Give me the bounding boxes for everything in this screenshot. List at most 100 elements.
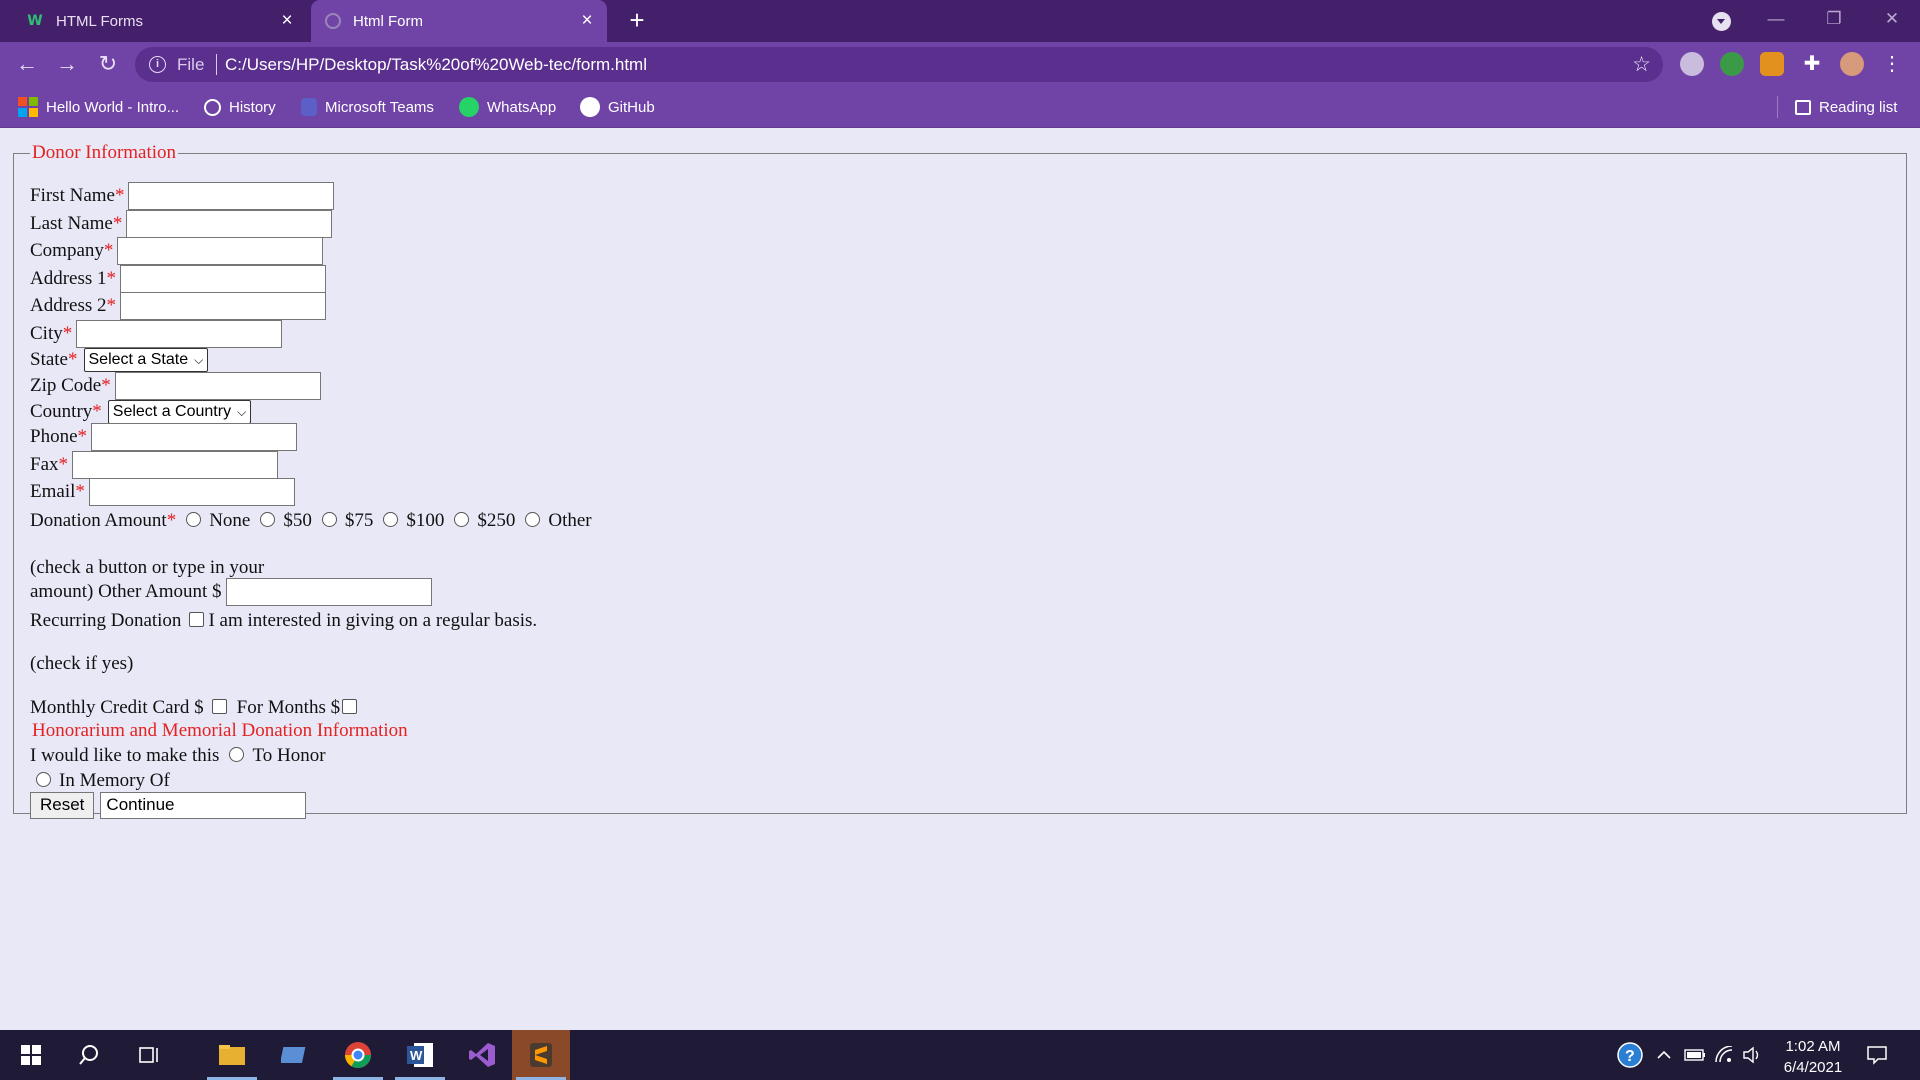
tab-search-icon[interactable] [1712,12,1731,31]
donation-other-radio[interactable] [525,511,541,527]
tab-title: HTML Forms [56,12,143,30]
forward-icon[interactable]: → [51,48,83,80]
task-view-icon[interactable] [120,1030,178,1080]
field-label: City [30,323,63,344]
teams-icon [301,98,317,116]
extension-icon[interactable] [1720,52,1744,76]
menu-kebab-icon[interactable]: ⋮ [1880,52,1904,76]
chevron-up-icon[interactable] [1656,1030,1672,1080]
battery-icon[interactable] [1684,1030,1706,1080]
in-memory-of-radio[interactable] [36,771,51,787]
page-content: Donor Information First Name * Last Name *… [0,128,1920,1030]
to-honor-radio[interactable] [229,746,245,762]
search-icon[interactable] [60,1030,118,1080]
bookmark-star-icon[interactable]: ☆ [1632,52,1651,77]
reading-list-button[interactable]: Reading list [1795,95,1897,119]
browser-toolbar: ← → ↻ i File C:/Users/HP/Desktop/Task%20… [0,42,1920,87]
fieldset-legend: Donor Information [32,142,177,163]
donation-none-radio[interactable] [186,511,202,527]
last-name-row: Last Name * [30,210,333,238]
bookmark-microsoft-teams[interactable]: Microsoft Teams [301,95,434,119]
bookmark-github[interactable]: GitHub [580,95,655,119]
donation-100-radio[interactable] [383,511,399,527]
url-text[interactable]: C:/Users/HP/Desktop/Task%20of%20Web-tec/… [225,55,647,75]
avatar[interactable] [1840,52,1864,76]
radio-label: $50 [283,510,312,531]
reload-icon[interactable]: ↻ [92,48,124,80]
bookmark-whatsapp[interactable]: WhatsApp [459,95,556,119]
system-clock[interactable]: 1:02 AM 6/4/2021 [1758,1036,1868,1078]
donation-50-radio[interactable] [260,511,276,527]
address2-input[interactable] [120,292,327,320]
required-marker: * [75,481,85,502]
last-name-input[interactable] [126,210,333,238]
bookmark-hello-world[interactable]: Hello World - Intro... [18,95,179,119]
for-months-checkbox[interactable] [342,698,358,714]
tab-html-form[interactable]: Html Form × [311,0,607,42]
required-marker: * [103,240,114,261]
country-select[interactable]: Select a Country ⌵ [107,400,252,424]
honey-extension-icon[interactable] [1760,52,1784,76]
new-tab-button[interactable]: + [622,6,652,36]
field-label: Phone [30,426,78,447]
other-amount-input[interactable] [225,578,432,606]
donation-amount-row: Donation Amount * None $50 $75 $100 $250 … [30,507,592,535]
recurring-donation-row: Recurring Donation I am interested in gi… [30,607,537,635]
first-name-input[interactable] [128,182,335,210]
wifi-icon[interactable] [1714,1030,1734,1080]
required-marker: * [112,213,123,234]
required-marker: * [77,426,88,447]
city-row: City * [30,320,283,348]
fax-input[interactable] [72,451,278,479]
radio-label: $250 [477,510,516,531]
github-icon [580,97,600,117]
email-input[interactable] [88,478,295,506]
company-input[interactable] [117,237,324,265]
radio-label: In Memory Of [59,770,170,791]
continue-button[interactable]: Continue [100,791,307,819]
extensions-puzzle-icon[interactable]: ✚ [1800,52,1824,76]
windows-start-icon[interactable] [2,1030,60,1080]
zip-input[interactable] [114,372,321,400]
info-icon[interactable]: i [149,56,166,73]
bookmark-history[interactable]: History [204,95,276,119]
address1-input[interactable] [120,265,327,293]
honor-row: I would like to make this To Honor [30,742,326,770]
microsoft-logo-icon [18,97,38,117]
monthly-credit-card-checkbox[interactable] [211,698,227,714]
restore-icon[interactable]: ❐ [1806,0,1862,42]
state-row: State * Select a State ⌵ [30,346,209,374]
close-window-icon[interactable]: ✕ [1864,0,1920,42]
required-marker: * [166,510,177,531]
chrome-icon[interactable] [329,1030,387,1080]
minimize-icon[interactable]: — [1748,0,1804,42]
control-panel-icon[interactable] [266,1030,324,1080]
field-label: For Months $ [236,697,341,718]
help-icon[interactable]: ? [1616,1030,1644,1080]
field-label: Monthly Credit Card $ [30,697,204,718]
file-explorer-icon[interactable] [203,1030,261,1080]
donation-250-radio[interactable] [454,511,470,527]
word-icon[interactable]: W [391,1030,449,1080]
city-input[interactable] [76,320,283,348]
select-value: Select a State [88,351,189,368]
globe-icon [325,13,341,29]
checkbox-label: I am interested in giving on a regular b… [208,610,538,631]
reset-button[interactable]: Reset [30,791,95,819]
select-value: Select a Country [112,403,232,420]
donation-75-radio[interactable] [321,511,337,527]
sublime-text-icon[interactable] [512,1030,570,1080]
notifications-icon[interactable] [1866,1030,1888,1080]
back-icon[interactable]: ← [11,48,43,80]
scheme-label: File [177,55,205,74]
close-icon[interactable]: × [573,10,601,32]
visual-studio-icon[interactable] [453,1030,511,1080]
recurring-checkbox[interactable] [189,611,205,627]
state-select[interactable]: Select a State ⌵ [83,348,209,372]
close-icon[interactable]: × [273,10,301,32]
address-bar[interactable]: i File C:/Users/HP/Desktop/Task%20of%20W… [135,47,1663,82]
tab-html-forms[interactable]: W HTML Forms × [12,0,307,42]
cloud-extension-icon[interactable] [1680,52,1704,76]
phone-input[interactable] [91,423,297,451]
field-label: Email [30,481,76,502]
